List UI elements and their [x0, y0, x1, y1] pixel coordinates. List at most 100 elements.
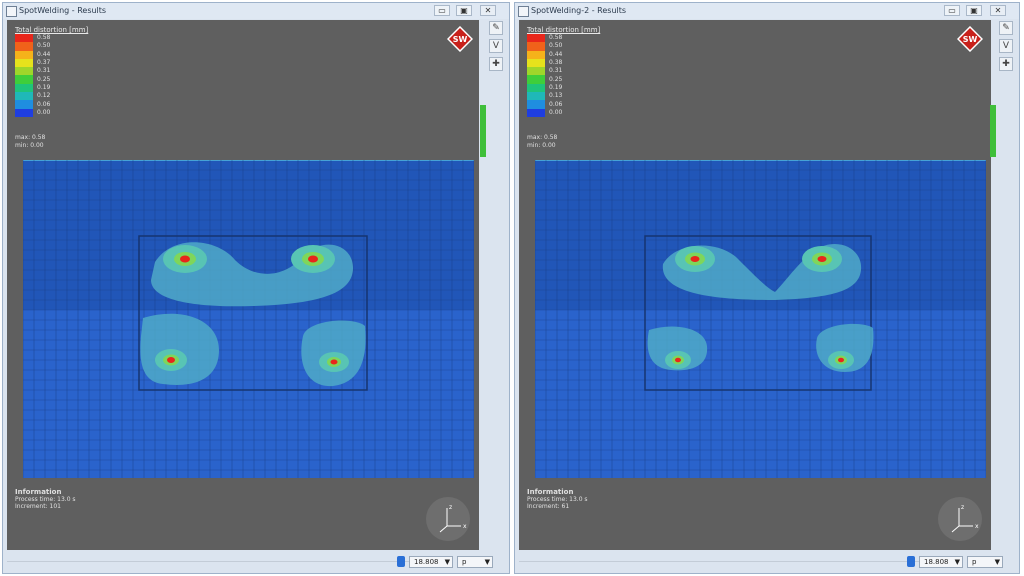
app-icon — [6, 6, 17, 17]
legend-row: 0.58 — [527, 34, 562, 43]
software-logo: SW — [447, 26, 473, 52]
close-button[interactable]: ✕ — [990, 5, 1006, 16]
timeline-track[interactable] — [519, 561, 919, 562]
add-tool-button[interactable]: ✚ — [999, 57, 1013, 71]
svg-text:x: x — [975, 523, 979, 530]
legend-value: 0.44 — [549, 50, 563, 58]
minimize-button[interactable]: ▭ — [434, 5, 450, 16]
edit-tool-button[interactable]: ✎ — [489, 21, 503, 35]
status-bar: 18.808 ▼ p ▼ — [7, 554, 505, 570]
minimize-button[interactable]: ▭ — [944, 5, 960, 16]
legend-swatch — [15, 108, 33, 117]
legend-value: 0.19 — [549, 83, 563, 91]
axis-select[interactable]: p ▼ — [967, 556, 1003, 568]
min-value-label: min: 0.00 — [527, 142, 556, 149]
software-logo: SW — [957, 26, 983, 52]
legend-swatch — [527, 58, 545, 68]
legend-value: 0.25 — [37, 75, 51, 83]
welded-plate-mesh — [23, 160, 474, 478]
axis-select[interactable]: p ▼ — [457, 556, 493, 568]
legend-swatch — [15, 34, 33, 43]
side-indicator-bar — [480, 105, 486, 157]
side-indicator-bar — [990, 105, 996, 157]
svg-text:x: x — [463, 523, 467, 530]
legend-row: 0.00 — [527, 108, 562, 117]
title-bar[interactable]: SpotWelding-2 - Results ▭ ▣ ✕ — [515, 3, 1019, 19]
svg-text:z: z — [961, 504, 964, 511]
info-line: Increment: 61 — [527, 503, 570, 510]
legend-row: 0.25 — [527, 75, 563, 84]
welded-plate-mesh — [535, 160, 986, 478]
legend-swatch — [527, 83, 545, 93]
legend-swatch — [527, 92, 545, 101]
add-tool-button[interactable]: ✚ — [489, 57, 503, 71]
window-title: SpotWelding - Results — [19, 6, 107, 15]
legend-value: 0.06 — [37, 100, 51, 108]
timeline-slider-handle[interactable] — [907, 556, 915, 567]
timeline-slider-handle[interactable] — [397, 556, 405, 567]
info-heading: Information — [527, 488, 574, 496]
legend-row: 0.37 — [15, 58, 50, 68]
legend-swatch — [15, 50, 33, 59]
axis-triad-icon[interactable]: z x — [937, 496, 983, 542]
timeline-track[interactable] — [7, 561, 409, 562]
results-window-2: SpotWelding-2 - Results ▭ ▣ ✕ Total dist… — [514, 2, 1020, 574]
zoom-select[interactable]: 18.808 ▼ — [919, 556, 963, 568]
side-toolbar: ✎ V ✚ — [997, 20, 1015, 75]
info-line: Increment: 101 — [15, 503, 61, 510]
legend-swatch — [527, 100, 545, 109]
legend-value: 0.12 — [37, 92, 51, 100]
legend-swatch — [15, 58, 33, 68]
legend-value: 0.06 — [549, 100, 563, 108]
legend-row: 0.31 — [15, 67, 51, 76]
legend-row: 0.12 — [15, 92, 51, 101]
legend-value: 0.31 — [37, 67, 51, 75]
legend-value: 0.00 — [37, 108, 51, 116]
legend-title: Total distortion [mm] — [15, 26, 89, 34]
legend-value: 0.25 — [549, 75, 563, 83]
axis-triad-icon[interactable]: z x — [425, 496, 471, 542]
legend-value: 0.31 — [549, 67, 563, 75]
svg-text:z: z — [449, 504, 452, 511]
view-tool-button[interactable]: V — [489, 39, 503, 53]
min-value-label: min: 0.00 — [15, 142, 44, 149]
info-line: Process time: 13.0 s — [15, 496, 76, 503]
results-viewport[interactable]: Total distortion [mm] 0.58 0.50 0.44 0.3… — [519, 20, 991, 550]
legend-row: 0.00 — [15, 108, 51, 117]
edit-tool-button[interactable]: ✎ — [999, 21, 1013, 35]
info-heading: Information — [15, 488, 62, 496]
legend-value: 0.38 — [549, 59, 563, 67]
legend-swatch — [527, 50, 545, 59]
legend-row: 0.25 — [15, 75, 51, 84]
legend-swatch — [527, 108, 545, 117]
legend-swatch — [527, 42, 545, 51]
legend-row: 0.44 — [527, 50, 563, 59]
legend-row: 0.58 — [15, 34, 51, 43]
legend-row: 0.19 — [527, 83, 563, 93]
title-bar[interactable]: SpotWelding - Results ▭ ▣ ✕ — [3, 3, 509, 19]
legend-swatch — [15, 83, 33, 93]
maximize-button[interactable]: ▣ — [456, 5, 472, 16]
max-value-label: max: 0.58 — [527, 134, 558, 141]
zoom-select[interactable]: 18.808 ▼ — [409, 556, 453, 568]
close-button[interactable]: ✕ — [480, 5, 496, 16]
information-panel: Information Process time: 13.0 s Increme… — [15, 488, 76, 510]
legend-row: 0.31 — [527, 67, 563, 76]
window-title: SpotWelding-2 - Results — [531, 6, 627, 15]
legend-value: 0.58 — [37, 34, 51, 42]
legend-swatch — [15, 42, 33, 51]
legend-row: 0.19 — [15, 83, 50, 93]
legend-swatch — [15, 75, 33, 84]
side-toolbar: ✎ V ✚ — [487, 20, 505, 75]
view-tool-button[interactable]: V — [999, 39, 1013, 53]
legend-row: 0.50 — [15, 42, 51, 51]
legend-value: 0.50 — [37, 42, 51, 50]
legend-row: 0.06 — [527, 100, 563, 109]
maximize-button[interactable]: ▣ — [966, 5, 982, 16]
legend-swatch — [15, 100, 33, 109]
legend-value: 0.50 — [549, 42, 563, 50]
legend-swatch — [527, 67, 545, 76]
svg-text:SW: SW — [963, 35, 978, 44]
color-legend: 0.58 0.50 0.44 0.38 0.31 0.25 0.19 0.13 … — [527, 34, 562, 117]
results-viewport[interactable]: Total distortion [mm] 0.58 0.50 0.44 0.3… — [7, 20, 479, 550]
